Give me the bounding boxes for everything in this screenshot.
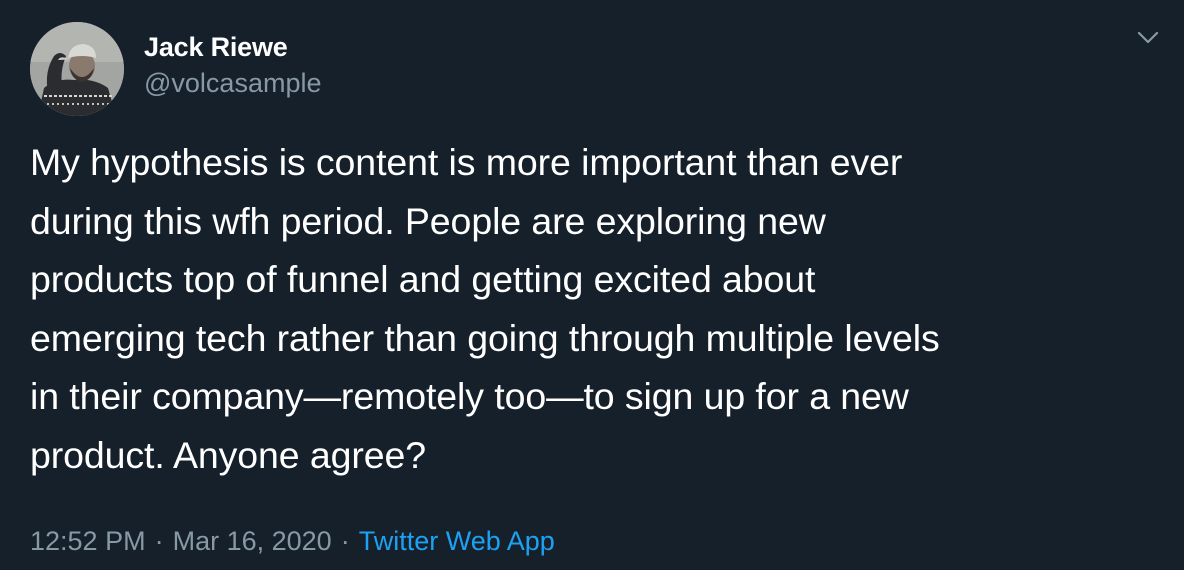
author-names: Jack Riewe @volcasample — [144, 29, 321, 101]
meta-separator: · — [154, 526, 164, 556]
meta-separator: · — [340, 526, 350, 556]
tweet-header: Jack Riewe @volcasample — [30, 22, 321, 116]
tweet-menu-button[interactable] — [1132, 26, 1164, 50]
tweet-source-link[interactable]: Twitter Web App — [359, 526, 555, 556]
avatar-photo — [30, 22, 124, 116]
tweet-card: Jack Riewe @volcasample My hypothesis is… — [0, 0, 1184, 570]
tweet-metadata: 12:52 PM · Mar 16, 2020 · Twitter Web App — [30, 523, 555, 559]
author-handle[interactable]: @volcasample — [144, 65, 321, 101]
avatar[interactable] — [30, 22, 124, 116]
author-display-name[interactable]: Jack Riewe — [144, 29, 321, 65]
tweet-time[interactable]: 12:52 PM — [30, 526, 146, 556]
tweet-date[interactable]: Mar 16, 2020 — [173, 526, 332, 556]
chevron-down-icon — [1137, 31, 1159, 44]
tweet-text: My hypothesis is content is more importa… — [30, 141, 940, 476]
